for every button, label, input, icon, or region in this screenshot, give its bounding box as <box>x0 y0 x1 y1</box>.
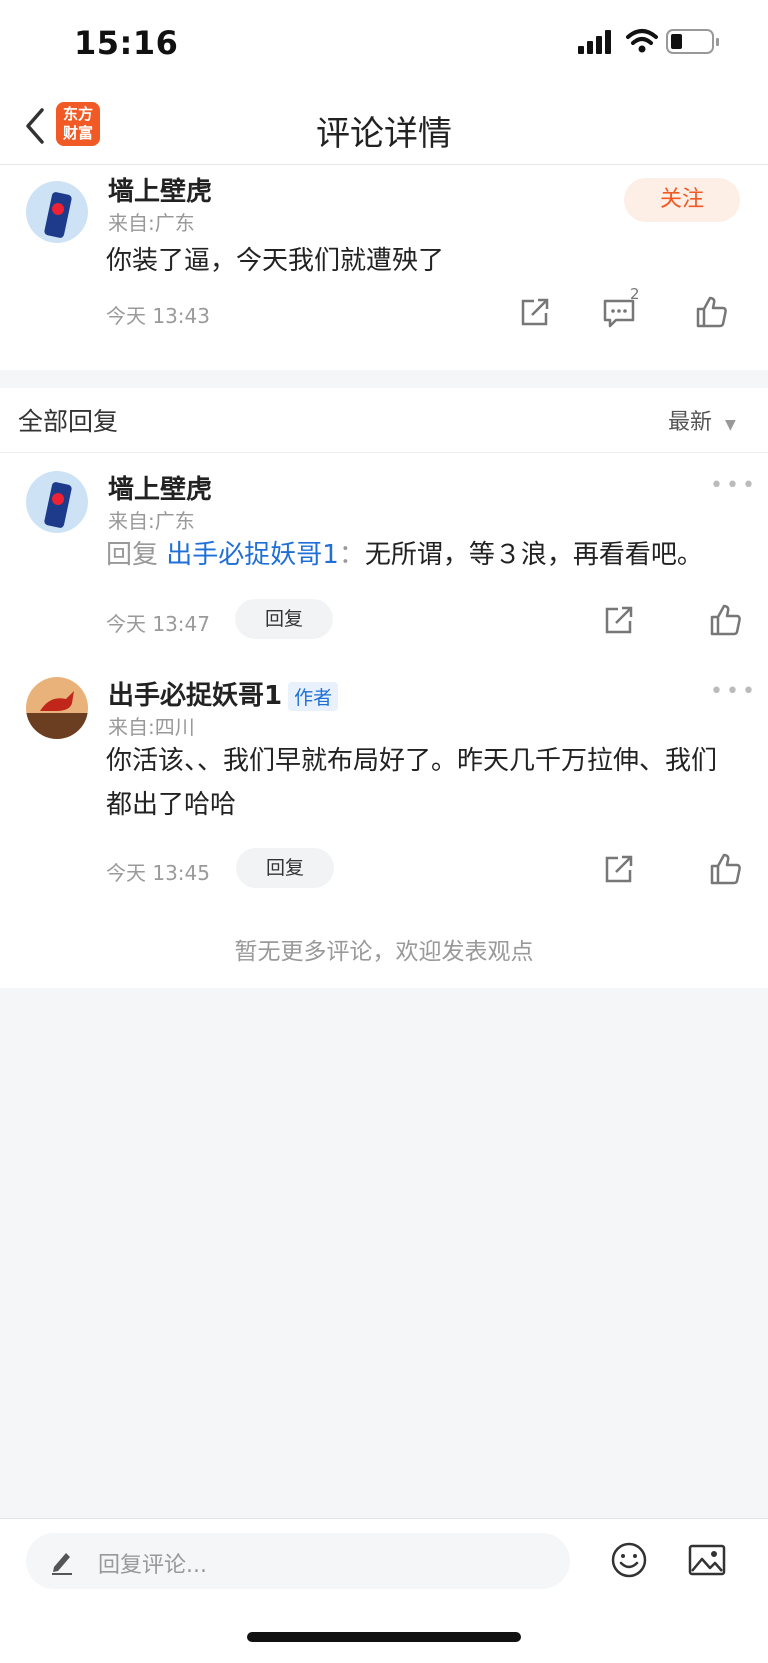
author-badge: 作者 <box>288 682 339 711</box>
comment-location: 来自:广东 <box>108 211 195 235</box>
reply-author[interactable]: 墙上壁虎 <box>108 469 212 506</box>
replies-list: 墙上壁虎 来自:广东 ••• 回复 出手必捉妖哥1：无所谓，等３浪，再看看吧。 … <box>0 453 768 988</box>
no-more-comments: 暂无更多评论，欢迎发表观点 <box>234 939 534 965</box>
reply-location: 来自:广东 <box>108 509 195 533</box>
reply-colon: ： <box>338 540 365 570</box>
comment-author[interactable]: 墙上壁虎 <box>108 171 212 208</box>
pencil-icon <box>52 1553 72 1575</box>
reply-to-user[interactable]: 出手必捉妖哥1 <box>166 540 339 570</box>
follow-button[interactable]: 关注 <box>624 178 740 222</box>
more-options-icon[interactable]: ••• <box>710 473 758 498</box>
comment-text: 你装了逼，今天我们就遭殃了 <box>106 246 445 276</box>
caret-down-icon: ▼ <box>725 417 736 433</box>
like-icon[interactable] <box>708 603 742 637</box>
image-icon[interactable] <box>688 1543 726 1577</box>
avatar[interactable] <box>26 471 88 533</box>
battery-icon <box>666 29 719 54</box>
page-title: 评论详情 <box>316 114 452 154</box>
avatar[interactable] <box>26 677 88 739</box>
like-icon[interactable] <box>708 852 742 886</box>
home-indicator <box>247 1632 521 1642</box>
reply-input-placeholder: 回复评论... <box>98 1553 207 1578</box>
avatar-image <box>26 181 88 243</box>
reply-text: 你活该、、我们早就布局好了。昨天几千万拉伸、我们都出了哈哈 <box>106 746 718 820</box>
sort-dropdown[interactable]: 最新 ▼ <box>668 404 736 436</box>
nav-bar: 东方 财富 评论详情 <box>0 90 768 165</box>
bottom-bar: 回复评论... <box>0 1518 768 1663</box>
status-bar: 15:16 <box>0 0 768 90</box>
sort-label: 最新 <box>668 410 713 435</box>
reply-author[interactable]: 出手必捉妖哥1 <box>108 681 282 711</box>
reply-input[interactable]: 回复评论... <box>26 1533 570 1589</box>
reply-text: 无所谓，等３浪，再看看吧。 <box>364 540 703 570</box>
more-options-icon[interactable]: ••• <box>710 679 758 704</box>
avatar-image <box>26 471 88 533</box>
reply-location: 来自:四川 <box>108 715 195 739</box>
reply-text-line: 回复 出手必捉妖哥1：无所谓，等３浪，再看看吧。 <box>106 533 703 577</box>
status-time: 15:16 <box>74 24 179 62</box>
reply-button[interactable]: 回复 <box>235 599 333 639</box>
reply-time: 今天 13:45 <box>106 861 210 885</box>
avatar-image <box>26 677 88 739</box>
replies-title: 全部回复 <box>18 407 119 436</box>
comment-count: 2 <box>630 285 640 303</box>
main-comment-card: 墙上壁虎 来自:广东 你装了逼，今天我们就遭殃了 今天 13:43 2 关注 <box>0 165 768 370</box>
reply-button[interactable]: 回复 <box>236 848 334 888</box>
like-icon[interactable] <box>694 295 728 329</box>
reply-time: 今天 13:47 <box>106 612 210 636</box>
share-icon[interactable] <box>518 295 552 329</box>
signal-icon <box>578 30 611 54</box>
wifi-icon <box>626 29 658 53</box>
reply-author-line: 出手必捉妖哥1 作者 <box>108 675 339 712</box>
share-icon[interactable] <box>602 603 636 637</box>
replies-header: 全部回复 最新 ▼ <box>0 388 768 453</box>
reply-prefix: 回复 <box>106 540 159 570</box>
avatar[interactable] <box>26 181 88 243</box>
comment-time: 今天 13:43 <box>106 304 210 328</box>
share-icon[interactable] <box>602 852 636 886</box>
emoji-icon[interactable] <box>610 1541 648 1579</box>
